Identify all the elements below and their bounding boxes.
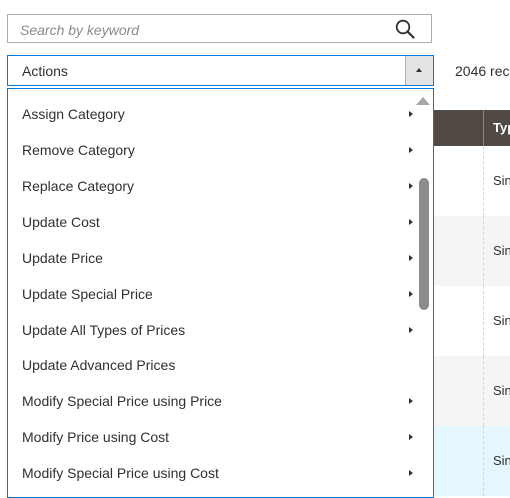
column-divider (483, 216, 484, 286)
actions-label: Actions (22, 63, 68, 79)
column-divider (483, 426, 484, 496)
caret-right-icon (409, 291, 413, 297)
table-row[interactable]: Sin (433, 146, 510, 216)
table-cell-type: Sin (493, 313, 510, 328)
table-cell-type: Sin (493, 453, 510, 468)
menu-item-label: Assign Category (22, 106, 125, 122)
menu-item-update-price[interactable]: Update Price (22, 246, 413, 270)
menu-item-modify-price-using-cost[interactable]: Modify Price using Cost (22, 425, 413, 449)
menu-item-replace-category[interactable]: Replace Category (22, 174, 413, 198)
menu-item-label: Update Price (22, 250, 103, 266)
product-grid: Typ Sin Sin Sin Sin Sin (433, 110, 510, 496)
menu-item-update-advanced-prices[interactable]: Update Advanced Prices (22, 353, 407, 377)
table-cell-type: Sin (493, 383, 510, 398)
search-box[interactable] (7, 14, 432, 44)
search-icon[interactable] (395, 19, 415, 39)
caret-right-icon (409, 398, 413, 404)
caret-right-icon (409, 434, 413, 440)
menu-item-modify-special-price-using-price[interactable]: Modify Special Price using Price (22, 389, 413, 413)
scroll-up-arrow-icon[interactable] (416, 97, 430, 105)
table-cell-type: Sin (493, 243, 510, 258)
menu-item-remove-category[interactable]: Remove Category (22, 138, 413, 162)
menu-item-label: Modify Special Price using Cost (22, 465, 219, 481)
menu-item-modify-special-price-using-cost[interactable]: Modify Special Price using Cost (22, 461, 413, 485)
menu-item-label: Update Advanced Prices (22, 357, 176, 373)
menu-item-update-all-types-of-prices[interactable]: Update All Types of Prices (22, 318, 413, 342)
caret-right-icon (409, 327, 413, 333)
caret-right-icon (409, 219, 413, 225)
caret-right-icon (409, 111, 413, 117)
menu-item-label: Update Cost (22, 214, 100, 230)
grid-header: Typ (433, 110, 510, 146)
menu-item-update-cost[interactable]: Update Cost (22, 210, 413, 234)
header-separator (483, 110, 484, 146)
menu-item-label: Modify Price using Cost (22, 429, 170, 445)
column-divider (483, 356, 484, 426)
actions-dropdown-menu: Assign Category Remove Category Replace … (7, 88, 434, 498)
column-header-type[interactable]: Typ (493, 120, 510, 135)
menu-item-update-special-price[interactable]: Update Special Price (22, 282, 413, 306)
column-divider (483, 146, 484, 216)
caret-right-icon (409, 470, 413, 476)
scrollbar-thumb[interactable] (419, 178, 429, 310)
search-input[interactable] (18, 15, 392, 44)
table-row[interactable]: Sin (433, 286, 510, 356)
menu-item-label: Modify Special Price using Price (22, 393, 222, 409)
records-count: 2046 reco (455, 63, 510, 79)
column-divider (483, 286, 484, 356)
actions-toggle-button[interactable] (405, 56, 433, 85)
menu-item-label: Update All Types of Prices (22, 322, 186, 338)
caret-right-icon (409, 255, 413, 261)
table-row[interactable]: Sin (433, 356, 510, 426)
menu-item-label: Remove Category (22, 142, 135, 158)
table-row[interactable]: Sin (433, 426, 510, 496)
triangle-up-icon (416, 68, 422, 72)
menu-item-label: Replace Category (22, 178, 135, 194)
menu-item-assign-category[interactable]: Assign Category (22, 102, 413, 126)
table-row[interactable]: Sin (433, 216, 510, 286)
caret-right-icon (409, 183, 413, 189)
table-cell-type: Sin (493, 173, 510, 188)
caret-right-icon (409, 147, 413, 153)
menu-item-label: Update Special Price (22, 286, 153, 302)
actions-select[interactable]: Actions (7, 55, 434, 86)
